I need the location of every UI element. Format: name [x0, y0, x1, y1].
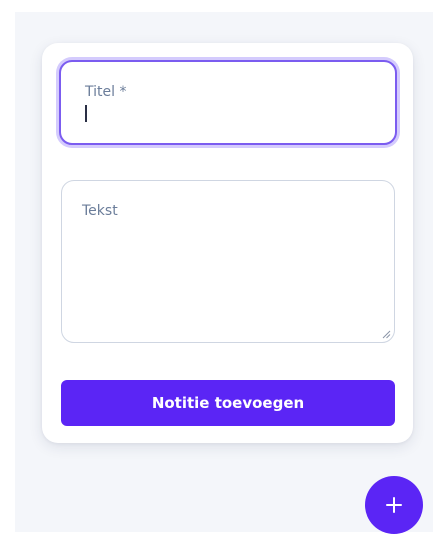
- title-placeholder: Titel *: [85, 84, 127, 100]
- text-cursor: [85, 105, 87, 122]
- text-placeholder: Tekst: [82, 203, 118, 219]
- title-input[interactable]: Titel *: [59, 60, 397, 145]
- add-fab-button[interactable]: [365, 476, 423, 534]
- resize-handle-icon[interactable]: [381, 329, 391, 339]
- add-note-button[interactable]: Notitie toevoegen: [61, 380, 395, 426]
- text-textarea[interactable]: Tekst: [61, 180, 395, 343]
- plus-icon: [386, 497, 402, 513]
